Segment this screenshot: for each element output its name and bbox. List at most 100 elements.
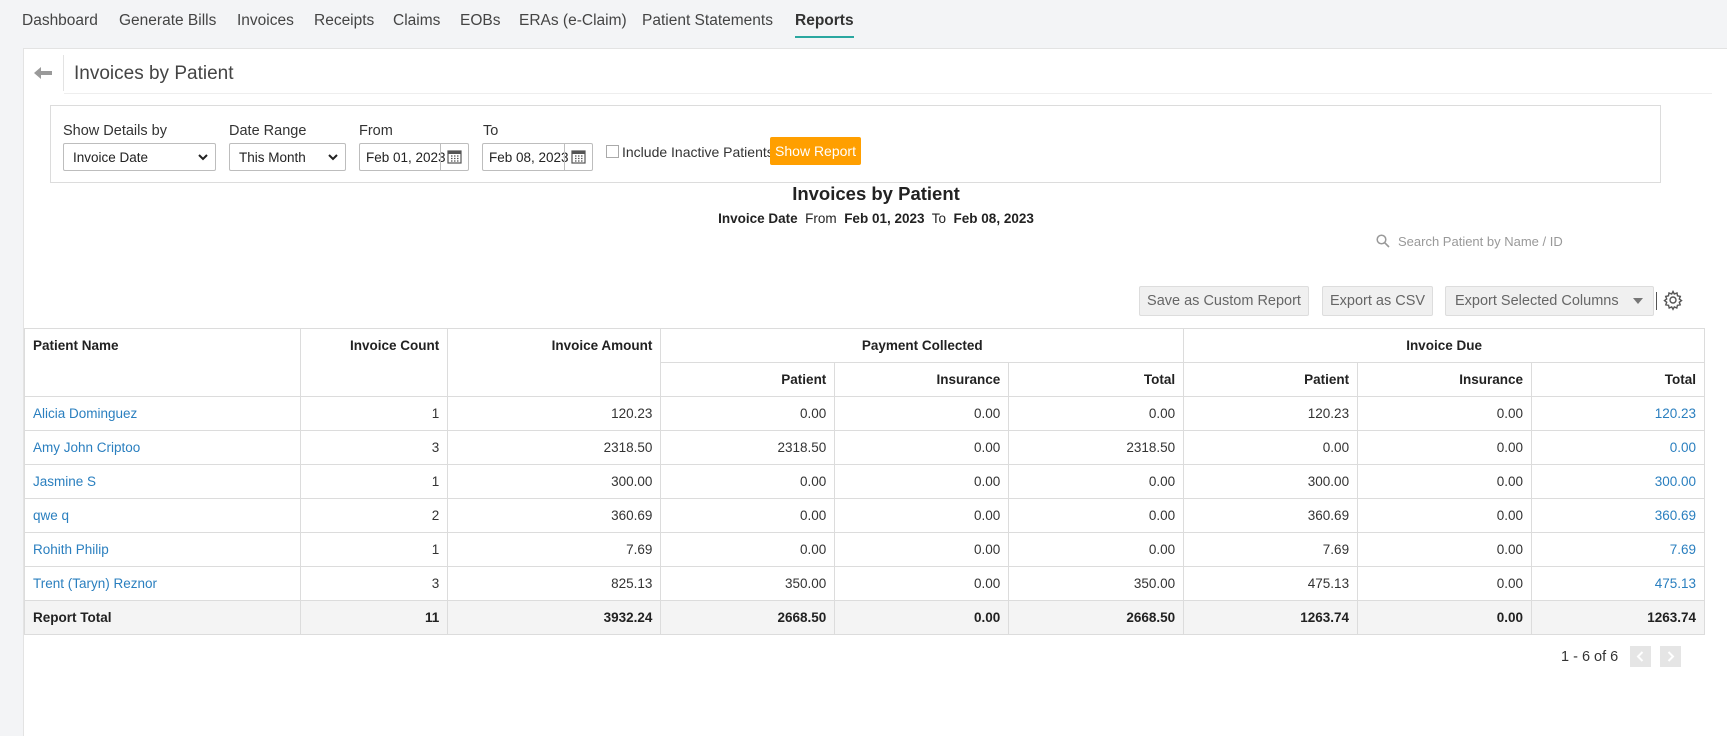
details-value: Invoice Date: [73, 150, 149, 165]
prev-page-button[interactable]: [1630, 646, 1651, 667]
tab-reports[interactable]: Reports: [795, 12, 854, 38]
due-total-link[interactable]: 300.00: [1655, 474, 1696, 489]
patient-link[interactable]: Amy John Criptoo: [33, 440, 140, 455]
calendar-icon: [447, 150, 462, 164]
total-count-cell: 11: [300, 600, 449, 635]
include-inactive-checkbox[interactable]: [606, 145, 619, 158]
due-total-link[interactable]: 7.69: [1670, 542, 1696, 557]
tab-eras[interactable]: ERAs (e-Claim): [519, 12, 627, 30]
tab-receipts[interactable]: Receipts: [314, 12, 374, 30]
col-group-payment-collected: Payment Collected: [660, 328, 1185, 363]
patient-link[interactable]: Alicia Dominguez: [33, 406, 137, 421]
pc-patient-cell: 0.00: [660, 532, 836, 567]
total-due-total-cell: 1263.74: [1531, 600, 1705, 635]
invoice-count-cell: 2: [300, 498, 449, 533]
due-insurance-cell: 0.00: [1357, 566, 1532, 601]
patient-link[interactable]: Trent (Taryn) Reznor: [33, 576, 157, 591]
pc-patient-cell: 0.00: [660, 498, 836, 533]
table-row: Amy John Criptoo 3 2318.50 2318.50 0.00 …: [23, 430, 1705, 465]
due-patient-cell: 0.00: [1183, 430, 1359, 465]
range-label: Date Range: [229, 123, 307, 139]
export-csv-button[interactable]: Export as CSV: [1322, 286, 1433, 316]
filter-bar: Show Details by Invoice Date Date Range …: [50, 105, 1661, 183]
details-select[interactable]: Invoice Date: [63, 143, 216, 171]
patient-link[interactable]: Rohith Philip: [33, 542, 109, 557]
tab-invoices[interactable]: Invoices: [237, 12, 294, 30]
chevron-down-icon: [328, 154, 338, 161]
tab-eobs[interactable]: EOBs: [460, 12, 500, 30]
details-label: Show Details by: [63, 123, 167, 139]
due-patient-cell: 7.69: [1183, 532, 1359, 567]
chevron-down-icon: [198, 154, 208, 161]
invoice-amount-cell: 360.69: [447, 498, 662, 533]
total-amount-cell: 3932.24: [447, 600, 662, 635]
table-row: Jasmine S 1 300.00 0.00 0.00 0.00 300.00…: [23, 464, 1705, 499]
back-arrow-icon: [34, 67, 52, 79]
invoice-count-cell: 1: [300, 396, 449, 431]
to-date-input[interactable]: Feb 08, 2023: [482, 143, 593, 171]
tab-patient-statements[interactable]: Patient Statements: [642, 12, 773, 30]
col-header-due-patient: Patient: [1183, 362, 1359, 397]
due-total-link[interactable]: 475.13: [1655, 576, 1696, 591]
export-selected-columns-button[interactable]: Export Selected Columns: [1445, 286, 1654, 316]
col-header-patient-name: Patient Name: [23, 328, 302, 397]
pc-insurance-cell: 0.00: [834, 566, 1010, 601]
pc-insurance-cell: 0.00: [834, 498, 1010, 533]
due-total-link[interactable]: 360.69: [1655, 508, 1696, 523]
due-insurance-cell: 0.00: [1357, 396, 1532, 431]
gear-icon[interactable]: [1662, 289, 1684, 311]
from-calendar-button[interactable]: [440, 144, 468, 170]
invoice-count-cell: 1: [300, 464, 449, 499]
chevron-right-icon: [1667, 651, 1675, 662]
report-panel: Invoices by Patient Show Details by Invo…: [23, 48, 1727, 736]
pc-patient-cell: 0.00: [660, 396, 836, 431]
table-row: qwe q 2 360.69 0.00 0.00 0.00 360.69 0.0…: [23, 498, 1705, 533]
to-date-value: Feb 08, 2023: [489, 150, 569, 165]
pc-total-cell: 350.00: [1008, 566, 1185, 601]
top-nav: Dashboard Generate Bills Invoices Receip…: [0, 0, 1727, 46]
to-calendar-button[interactable]: [564, 144, 592, 170]
show-report-button[interactable]: Show Report: [770, 137, 861, 165]
invoice-amount-cell: 7.69: [447, 532, 662, 567]
tab-generate-bills[interactable]: Generate Bills: [119, 12, 216, 30]
table-row: Trent (Taryn) Reznor 3 825.13 350.00 0.0…: [23, 566, 1705, 601]
range-select[interactable]: This Month: [229, 143, 346, 171]
save-custom-report-button[interactable]: Save as Custom Report: [1139, 286, 1309, 316]
due-insurance-cell: 0.00: [1357, 498, 1532, 533]
pc-total-cell: 0.00: [1008, 464, 1185, 499]
invoice-amount-cell: 2318.50: [447, 430, 662, 465]
due-total-link[interactable]: 120.23: [1655, 406, 1696, 421]
range-value: This Month: [239, 150, 306, 165]
due-insurance-cell: 0.00: [1357, 464, 1532, 499]
due-total-link[interactable]: 0.00: [1670, 440, 1696, 455]
invoice-amount-cell: 825.13: [447, 566, 662, 601]
invoice-count-cell: 1: [300, 532, 449, 567]
search-input[interactable]: Search Patient by Name / ID: [1398, 234, 1563, 249]
due-patient-cell: 120.23: [1183, 396, 1359, 431]
report-total-label: Report Total: [23, 600, 302, 635]
patient-link[interactable]: Jasmine S: [33, 474, 96, 489]
pc-insurance-cell: 0.00: [834, 430, 1010, 465]
col-header-invoice-count: Invoice Count: [300, 328, 449, 397]
divider: [64, 93, 1712, 94]
next-page-button[interactable]: [1660, 646, 1681, 667]
report-title: Invoices by Patient: [792, 183, 960, 204]
search-icon[interactable]: [1376, 234, 1390, 248]
col-header-invoice-amount: Invoice Amount: [447, 328, 662, 397]
calendar-icon: [571, 150, 586, 164]
report-date-field: Invoice Date: [718, 211, 798, 226]
report-from-label: From: [805, 211, 837, 226]
invoice-amount-cell: 120.23: [447, 396, 662, 431]
report-to-label: To: [931, 211, 947, 226]
patient-link[interactable]: qwe q: [33, 508, 69, 523]
tab-claims[interactable]: Claims: [393, 12, 440, 30]
back-button[interactable]: [24, 55, 64, 91]
col-header-due-insurance: Insurance: [1357, 362, 1532, 397]
total-due-insurance-cell: 0.00: [1357, 600, 1532, 635]
pc-patient-cell: 2318.50: [660, 430, 836, 465]
tab-dashboard[interactable]: Dashboard: [22, 12, 98, 30]
total-pc-total-cell: 2668.50: [1008, 600, 1185, 635]
from-date-input[interactable]: Feb 01, 2023: [359, 143, 469, 171]
due-insurance-cell: 0.00: [1357, 430, 1532, 465]
due-patient-cell: 300.00: [1183, 464, 1359, 499]
